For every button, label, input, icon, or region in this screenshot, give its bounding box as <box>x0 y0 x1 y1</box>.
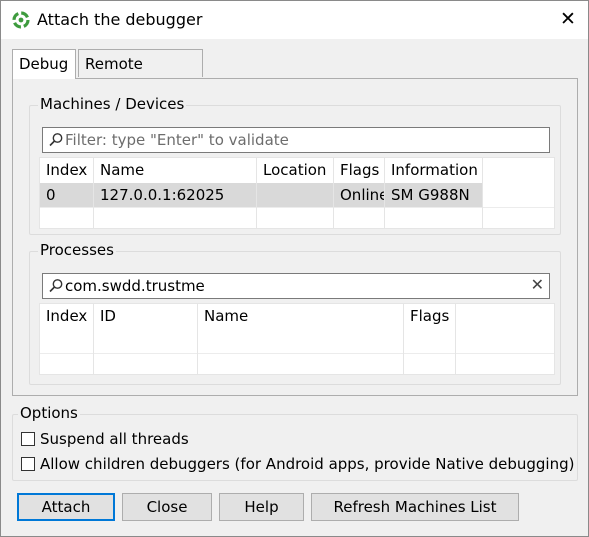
search-icon <box>49 133 63 147</box>
column-header-name[interactable]: Name <box>94 158 257 183</box>
column-header-flags[interactable]: Flags <box>334 158 385 183</box>
attach-debugger-dialog: Attach the debugger ✕ Debug Remote Debug… <box>0 0 589 537</box>
refresh-machines-button[interactable]: Refresh Machines List <box>311 493 519 521</box>
allow-children-debuggers-checkbox[interactable] <box>21 457 35 471</box>
empty-cell <box>40 329 94 354</box>
search-icon <box>49 279 63 293</box>
clear-filter-icon[interactable]: ✕ <box>531 275 544 294</box>
empty-cell <box>404 329 456 354</box>
suspend-threads-checkbox[interactable] <box>21 432 35 446</box>
tab-remote-debug[interactable]: Remote Debug <box>78 49 203 101</box>
machines-table: Index Name Location Flags Information 0 … <box>39 157 555 229</box>
title-bar: Attach the debugger ✕ <box>1 1 588 39</box>
tab-strip: Debug Remote Debug <box>12 49 578 101</box>
empty-cell <box>94 353 198 374</box>
help-button[interactable]: Help <box>219 493 304 521</box>
tab-debug[interactable]: Debug <box>12 49 76 79</box>
empty-cell <box>257 207 334 228</box>
machine-location <box>257 183 334 208</box>
column-header-location[interactable]: Location <box>257 158 334 183</box>
machines-group: Machines / Devices Filter: type "Enter" … <box>29 95 561 235</box>
debug-tab-panel: Machines / Devices Filter: type "Enter" … <box>12 78 578 396</box>
column-header-id[interactable]: ID <box>94 304 198 329</box>
column-header-index[interactable]: Index <box>40 158 94 183</box>
machines-filter-placeholder: Filter: type "Enter" to validate <box>65 131 289 149</box>
empty-cell <box>198 329 404 354</box>
allow-children-debuggers-label[interactable]: Allow children debuggers (for Android ap… <box>40 455 574 473</box>
processes-filter-value: com.swdd.trustme <box>65 277 205 295</box>
empty-cell <box>385 207 483 228</box>
machine-name: 127.0.0.1:62025 <box>94 183 257 208</box>
machine-index: 0 <box>40 183 94 208</box>
close-button[interactable]: Close <box>122 493 212 521</box>
processes-filter-input[interactable]: com.swdd.trustme ✕ <box>42 273 550 299</box>
machines-group-label: Machines / Devices <box>38 95 187 113</box>
processes-group: Processes com.swdd.trustme ✕ Index ID Na… <box>29 241 561 385</box>
empty-cell <box>198 353 404 374</box>
column-header-index[interactable]: Index <box>40 304 94 329</box>
column-header-name[interactable]: Name <box>198 304 404 329</box>
empty-cell <box>404 353 456 374</box>
machines-filter-input[interactable]: Filter: type "Enter" to validate <box>42 127 550 153</box>
machine-information: SM G988N <box>385 183 483 208</box>
machine-flags: Online <box>334 183 385 208</box>
processes-group-label: Processes <box>38 241 116 259</box>
suspend-threads-label[interactable]: Suspend all threads <box>40 430 189 448</box>
empty-cell <box>94 329 198 354</box>
empty-cell <box>40 207 94 228</box>
empty-cell <box>94 207 257 228</box>
options-group: Options Suspend all threads Allow childr… <box>12 404 578 481</box>
processes-table: Index ID Name Flags <box>39 303 555 375</box>
close-window-button[interactable]: ✕ <box>557 8 579 30</box>
column-header-flags[interactable]: Flags <box>404 304 456 329</box>
window-title: Attach the debugger <box>37 10 203 29</box>
options-group-label: Options <box>18 404 80 422</box>
empty-cell <box>334 207 385 228</box>
attach-button[interactable]: Attach <box>17 493 115 521</box>
column-header-information[interactable]: Information <box>385 158 483 183</box>
app-logo-icon <box>12 11 30 29</box>
empty-cell <box>40 353 94 374</box>
